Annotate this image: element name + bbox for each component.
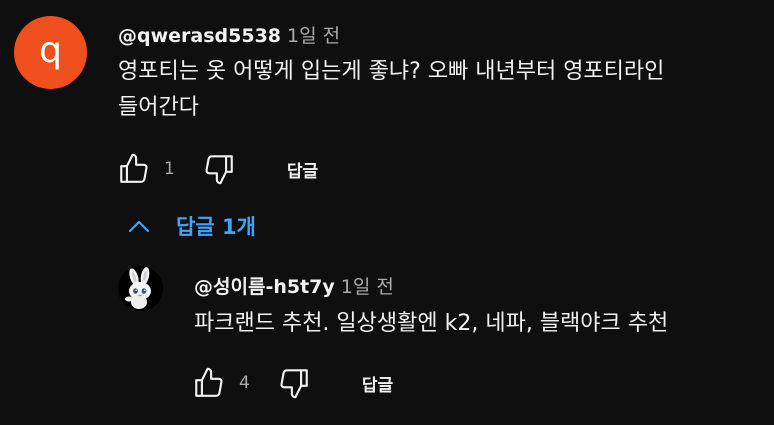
- avatar[interactable]: q: [14, 16, 87, 89]
- reply-reply-button[interactable]: 답글: [362, 371, 393, 396]
- reply-dislike-button[interactable]: [274, 363, 314, 403]
- thumbs-up-icon: [120, 153, 148, 183]
- reply-header: @성이름-h5t7y 1일 전: [194, 272, 394, 299]
- comment-header: @qwerasd5538 1일 전: [118, 21, 340, 48]
- avatar-letter: q: [39, 30, 62, 71]
- reply-time[interactable]: 1일 전: [341, 276, 394, 298]
- reply-actions: 4 답글: [189, 363, 393, 403]
- comment-author[interactable]: @qwerasd5538: [118, 25, 281, 47]
- comment-text-line: 들어간다: [118, 95, 199, 120]
- chevron-up-icon: [128, 220, 150, 233]
- comment-text-line: 영포티는 옷 어떻게 입는게 좋냐? 오빠 내년부터 영포티라인: [118, 59, 665, 84]
- thumbs-down-icon: [205, 155, 233, 185]
- replies-toggle[interactable]: 답글 1개: [124, 211, 256, 241]
- reply-like-count: 4: [239, 373, 250, 393]
- like-button[interactable]: [114, 149, 154, 189]
- reply-text: 파크랜드 추천. 일상생활엔 k2, 네파, 블랙야크 추천: [194, 306, 668, 342]
- reply-text-line: 파크랜드 추천. 일상생활엔 k2, 네파, 블랙야크 추천: [194, 311, 669, 336]
- comment-thread: q @qwerasd5538 1일 전 영포티는 옷 어떻게 입는게 좋냐? 오빠…: [0, 0, 774, 425]
- dislike-button[interactable]: [199, 149, 239, 189]
- like-count: 1: [164, 159, 175, 179]
- reply-button[interactable]: 답글: [287, 157, 318, 182]
- replies-toggle-label: 답글 1개: [176, 215, 256, 239]
- comment-actions: 1 답글: [114, 149, 318, 189]
- reply-like-button[interactable]: [189, 363, 229, 403]
- reply-author[interactable]: @성이름-h5t7y: [194, 276, 335, 298]
- thumbs-down-icon: [280, 369, 308, 399]
- comment-time[interactable]: 1일 전: [287, 25, 340, 47]
- comment-text: 영포티는 옷 어떻게 입는게 좋냐? 오빠 내년부터 영포티라인 들어간다: [118, 54, 664, 126]
- bunny-avatar-image: [118, 266, 163, 311]
- reply-avatar[interactable]: [118, 266, 163, 311]
- thumbs-up-icon: [195, 367, 223, 397]
